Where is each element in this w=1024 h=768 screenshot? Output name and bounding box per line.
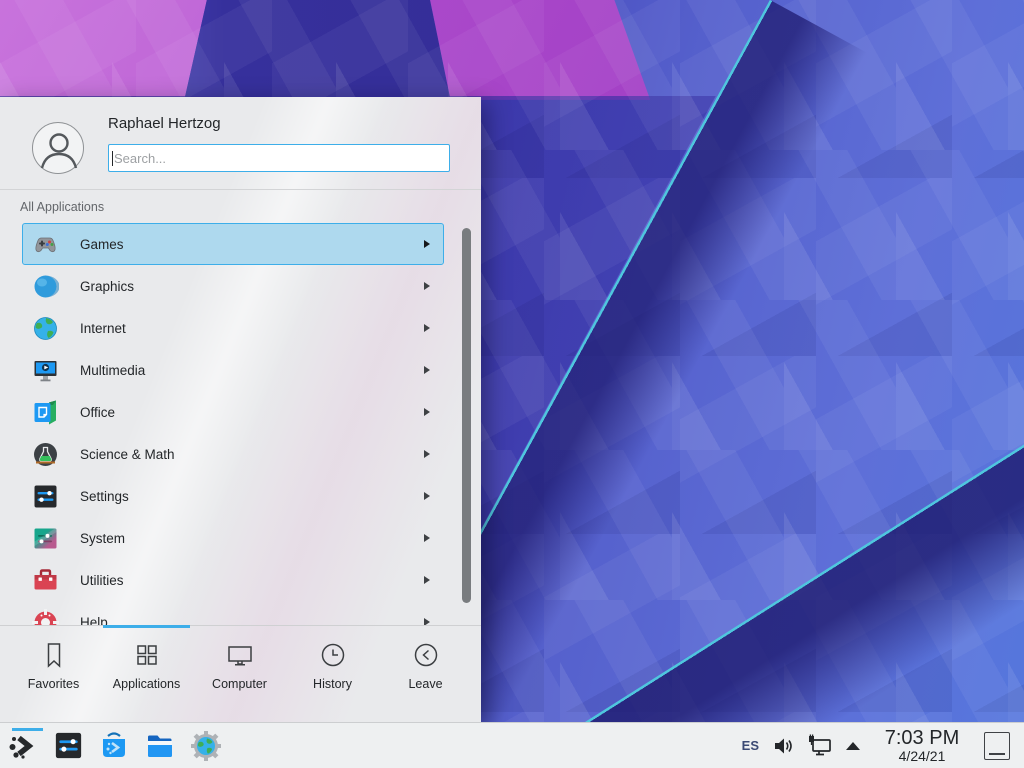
file-manager-launcher[interactable] [143,729,177,763]
submenu-arrow-icon [424,240,430,248]
menu-item-multimedia[interactable]: Multimedia [22,349,444,391]
show-desktop-button[interactable] [984,732,1010,760]
submenu-arrow-icon [424,618,430,625]
menu-item-help[interactable]: Help [22,601,444,625]
settings-sliders-icon [32,483,59,510]
menu-item-label: Help [80,615,424,626]
leave-icon [411,640,441,670]
user-silhouette-icon [33,123,85,175]
network-icon[interactable] [807,734,833,758]
menu-item-label: Multimedia [80,363,424,378]
application-launcher-button[interactable] [5,729,39,763]
kde-menu-icon [6,730,38,762]
system-settings-icon [53,730,84,761]
office-document-icon [32,399,59,426]
user-avatar[interactable] [32,122,84,174]
file-manager-icon [144,730,176,762]
tab-label: Applications [113,677,180,691]
menu-item-label: Graphics [80,279,424,294]
category-list: Games Graphics Internet [0,223,458,625]
application-launcher-menu: Raphael Hertzog All Applications Games G… [0,97,481,722]
app-grid-icon [132,640,162,670]
keyboard-layout-indicator[interactable]: ES [742,738,759,753]
desktop: Raphael Hertzog All Applications Games G… [0,0,1024,768]
tab-label: Favorites [28,677,79,691]
expand-tray-icon[interactable] [846,742,860,750]
digital-clock[interactable]: 7:03 PM 4/24/21 [879,728,965,764]
system-settings-launcher[interactable] [51,729,85,763]
tab-label: Computer [212,677,267,691]
web-browser-launcher[interactable] [189,729,223,763]
text-cursor [112,151,113,166]
menu-item-label: Internet [80,321,424,336]
submenu-arrow-icon [424,534,430,542]
science-flask-icon [32,441,59,468]
tab-applications[interactable]: Applications [100,640,193,691]
menu-item-label: Utilities [80,573,424,588]
section-label: All Applications [20,200,104,214]
menu-item-label: Office [80,405,424,420]
submenu-arrow-icon [424,576,430,584]
clock-icon [318,640,348,670]
system-sliders-icon [32,525,59,552]
tab-favorites[interactable]: Favorites [7,640,100,691]
active-tab-indicator [103,625,190,628]
submenu-arrow-icon [424,492,430,500]
monitor-icon [225,640,255,670]
scrollbar-thumb[interactable] [462,228,471,603]
menu-item-games[interactable]: Games [22,223,444,265]
bookmark-icon [39,640,69,670]
menu-item-science-math[interactable]: Science & Math [22,433,444,475]
web-browser-icon [190,730,222,762]
menu-item-graphics[interactable]: Graphics [22,265,444,307]
user-name: Raphael Hertzog [108,115,221,132]
clock-time: 7:03 PM [879,728,965,749]
tab-label: History [313,677,352,691]
submenu-arrow-icon [424,324,430,332]
submenu-arrow-icon [424,408,430,416]
menu-item-label: Settings [80,489,424,504]
menu-item-internet[interactable]: Internet [22,307,444,349]
menu-item-settings[interactable]: Settings [22,475,444,517]
globe-icon [32,315,59,342]
menu-item-label: System [80,531,424,546]
discover-icon [98,730,130,762]
tab-leave[interactable]: Leave [379,640,472,691]
menu-item-office[interactable]: Office [22,391,444,433]
tab-label: Leave [408,677,442,691]
taskbar: ES 7:03 PM 4/24/21 [0,722,1024,768]
submenu-arrow-icon [424,366,430,374]
help-lifering-icon [32,609,59,626]
gamepad-icon [32,231,59,258]
open-indicator [12,728,43,731]
discover-launcher[interactable] [97,729,131,763]
submenu-arrow-icon [424,450,430,458]
tab-computer[interactable]: Computer [193,640,286,691]
system-tray: ES 7:03 PM 4/24/21 [742,728,1024,764]
utilities-toolbox-icon [32,567,59,594]
launcher-header: Raphael Hertzog [0,97,481,190]
submenu-arrow-icon [424,282,430,290]
menu-item-label: Science & Math [80,447,424,462]
graphics-sphere-icon [32,273,59,300]
launcher-tabbar: Favorites Applications Computer History … [0,625,481,722]
multimedia-monitor-icon [32,357,59,384]
menu-item-system[interactable]: System [22,517,444,559]
clock-date: 4/24/21 [879,749,965,764]
volume-icon[interactable] [772,735,794,757]
search-input[interactable] [108,144,450,172]
menu-item-label: Games [80,237,424,252]
menu-item-utilities[interactable]: Utilities [22,559,444,601]
tab-history[interactable]: History [286,640,379,691]
